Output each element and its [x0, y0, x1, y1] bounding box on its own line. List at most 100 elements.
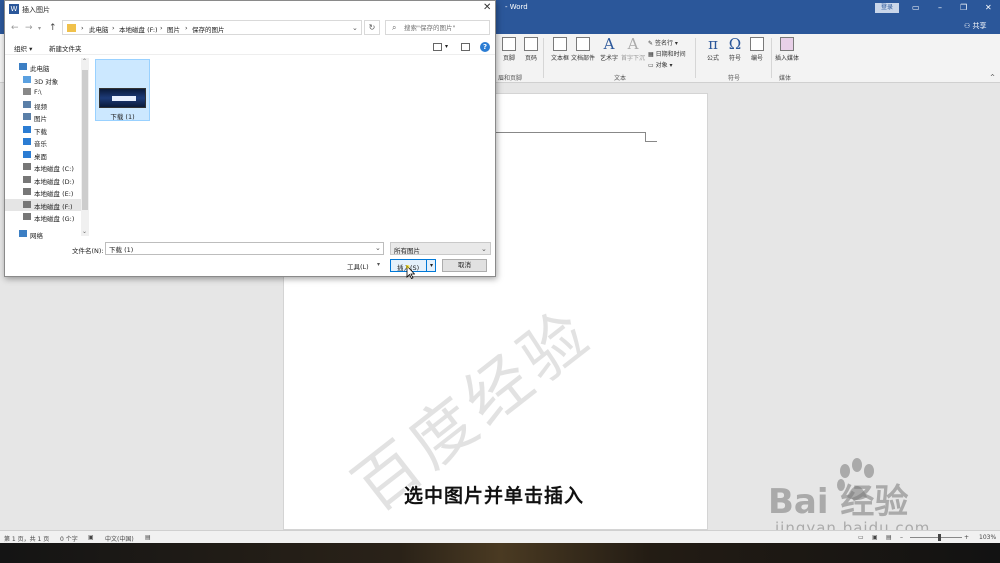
zoom-out-icon[interactable]: –: [900, 534, 903, 541]
date-time-button[interactable]: ▦ 日期和时间: [648, 49, 686, 58]
zoom-slider[interactable]: [910, 537, 962, 538]
breadcrumb-saved-pictures[interactable]: 保存的图片: [192, 24, 225, 34]
nav-tree-item[interactable]: 视频: [5, 99, 83, 111]
organize-menu[interactable]: 组织 ▾: [14, 43, 32, 53]
page-count-status[interactable]: 第 1 页，共 1 页: [4, 534, 49, 543]
breadcrumb-chevron: ›: [81, 24, 84, 32]
nav-tree-label: 音乐: [34, 140, 47, 148]
nav-tree-label: 3D 对象: [34, 77, 59, 86]
nav-tree-item[interactable]: 本地磁盘 (D:): [5, 174, 83, 186]
tools-button[interactable]: 工具(L): [347, 261, 369, 271]
search-box[interactable]: ⌕: [385, 20, 490, 35]
filetype-select[interactable]: 所有图片 ⌄: [390, 242, 491, 255]
file-thumbnail-item[interactable]: 下载 (1): [95, 59, 150, 121]
nav-tree-item[interactable]: 桌面: [5, 149, 83, 161]
cancel-button[interactable]: 取消: [442, 259, 487, 272]
macro-icon[interactable]: ▤: [145, 534, 151, 541]
change-view-icon[interactable]: [433, 43, 442, 51]
preview-pane-icon[interactable]: [461, 43, 470, 51]
nav-tree-label: 本地磁盘 (F:): [34, 202, 73, 211]
navigation-scrollbar[interactable]: ⌃ ⌄: [81, 58, 89, 236]
tools-dropdown-icon[interactable]: ▾: [377, 261, 380, 268]
insert-options-dropdown-icon[interactable]: ▾: [426, 260, 436, 271]
minimize-icon[interactable]: –: [938, 3, 942, 12]
search-input[interactable]: [404, 23, 488, 33]
filetype-value: 所有图片: [394, 247, 420, 255]
zoom-in-icon[interactable]: +: [964, 534, 969, 541]
login-button[interactable]: 登录: [875, 3, 899, 13]
close-window-icon[interactable]: ✕: [985, 3, 992, 12]
back-arrow-icon[interactable]: ←: [11, 23, 19, 33]
header-footer-group-label: 眉和页脚: [498, 75, 523, 82]
refresh-icon[interactable]: ↻: [364, 20, 380, 35]
scroll-up-icon[interactable]: ⌃: [82, 58, 87, 65]
nav-tree-item[interactable]: 本地磁盘 (G:): [5, 211, 83, 223]
dialog-title: 插入图片: [22, 6, 50, 14]
nav-tree-item[interactable]: 本地磁盘 (F:): [5, 198, 83, 211]
wordart-button[interactable]: A 艺术字: [596, 37, 622, 73]
address-bar[interactable]: › 此电脑 › 本地磁盘 (F:) › 图片 › 保存的图片 ⌄: [62, 20, 362, 35]
restore-icon[interactable]: ❐: [960, 3, 967, 12]
recent-locations-icon[interactable]: ▾: [38, 25, 41, 32]
print-layout-icon[interactable]: ▣: [872, 534, 878, 541]
object-button[interactable]: ▭ 对象 ▾: [648, 60, 673, 69]
insert-media-button[interactable]: 插入媒体: [774, 37, 800, 73]
instruction-caption: 选中图片并单击插入: [404, 485, 585, 507]
filename-input[interactable]: [105, 242, 384, 255]
header-boundary-line: [495, 132, 645, 133]
nav-tree-label: 视频: [34, 102, 47, 111]
collapse-ribbon-icon[interactable]: ^: [990, 74, 995, 81]
nav-tree-label: 本地磁盘 (G:): [34, 215, 75, 223]
page-number-button[interactable]: 页码: [518, 37, 544, 73]
nav-tree-item[interactable]: 3D 对象: [5, 74, 83, 86]
number-button[interactable]: 编号: [744, 37, 770, 73]
nav-tree-item[interactable]: 音乐: [5, 136, 83, 148]
drive-icon: [23, 188, 31, 195]
video-icon: [23, 100, 31, 108]
share-button[interactable]: ⚇ 共享: [964, 21, 987, 31]
nav-tree-item[interactable]: 图片: [5, 111, 83, 123]
nav-tree-item[interactable]: 网络: [5, 228, 83, 240]
signature-line-button[interactable]: ✎ 签名行 ▾: [648, 38, 678, 47]
breadcrumb-pictures[interactable]: 图片: [167, 24, 180, 34]
new-folder-button[interactable]: 新建文件夹: [49, 43, 82, 53]
symbols-group-label: 符号: [728, 75, 741, 82]
zoom-slider-thumb[interactable]: [938, 534, 941, 541]
insert-picture-dialog: W 插入图片 ✕ ← → ▾ ↑ › 此电脑 › 本地磁盘 (F:) › 图片 …: [4, 0, 496, 279]
word-count-status[interactable]: 0 个字: [60, 534, 78, 543]
scrollbar-thumb[interactable]: [82, 70, 88, 210]
nav-tree-item[interactable]: F:\: [5, 86, 83, 98]
breadcrumb-this-pc[interactable]: 此电脑: [89, 24, 109, 34]
address-dropdown-icon[interactable]: ⌄: [352, 24, 358, 32]
read-mode-icon[interactable]: ▭: [858, 534, 864, 541]
quick-parts-label: 文档部件: [570, 55, 595, 62]
quick-parts-button[interactable]: 文档部件: [570, 37, 596, 73]
dialog-title-bar: W 插入图片 ✕: [5, 1, 495, 17]
drop-cap-icon: A: [627, 35, 639, 53]
nav-tree-label: 桌面: [34, 152, 47, 161]
up-arrow-icon[interactable]: ↑: [49, 23, 57, 33]
ribbon-separator: [543, 38, 544, 78]
nav-tree-item[interactable]: 本地磁盘 (C:): [5, 161, 83, 173]
help-icon[interactable]: ?: [480, 42, 490, 52]
proofing-icon[interactable]: ▣: [88, 534, 94, 541]
view-dropdown-icon[interactable]: ▾: [445, 43, 448, 50]
web-layout-icon[interactable]: ▤: [886, 534, 892, 541]
zoom-level[interactable]: 103%: [979, 534, 996, 541]
nav-tree-item[interactable]: 本地磁盘 (E:): [5, 186, 83, 198]
dialog-close-icon[interactable]: ✕: [483, 2, 491, 13]
nav-tree-item[interactable]: 下载: [5, 124, 83, 136]
nav-tree-item[interactable]: 此电脑: [5, 61, 83, 73]
scroll-down-icon[interactable]: ⌄: [82, 228, 87, 235]
forward-arrow-icon[interactable]: →: [25, 23, 33, 33]
breadcrumb-chevron: ›: [160, 24, 163, 32]
drop-cap-button[interactable]: A 首字下沉: [620, 37, 646, 73]
ribbon-display-options-icon[interactable]: ▭: [912, 3, 920, 12]
file-list-area: 下载 (1): [91, 56, 495, 236]
filename-dropdown-icon[interactable]: ⌄: [375, 244, 381, 252]
text-box-icon: [553, 37, 567, 51]
symbol-label: 符号: [728, 55, 741, 62]
language-status[interactable]: 中文(中国): [105, 534, 134, 543]
breadcrumb-drive-f[interactable]: 本地磁盘 (F:): [119, 24, 158, 34]
equation-label: 公式: [706, 55, 719, 62]
